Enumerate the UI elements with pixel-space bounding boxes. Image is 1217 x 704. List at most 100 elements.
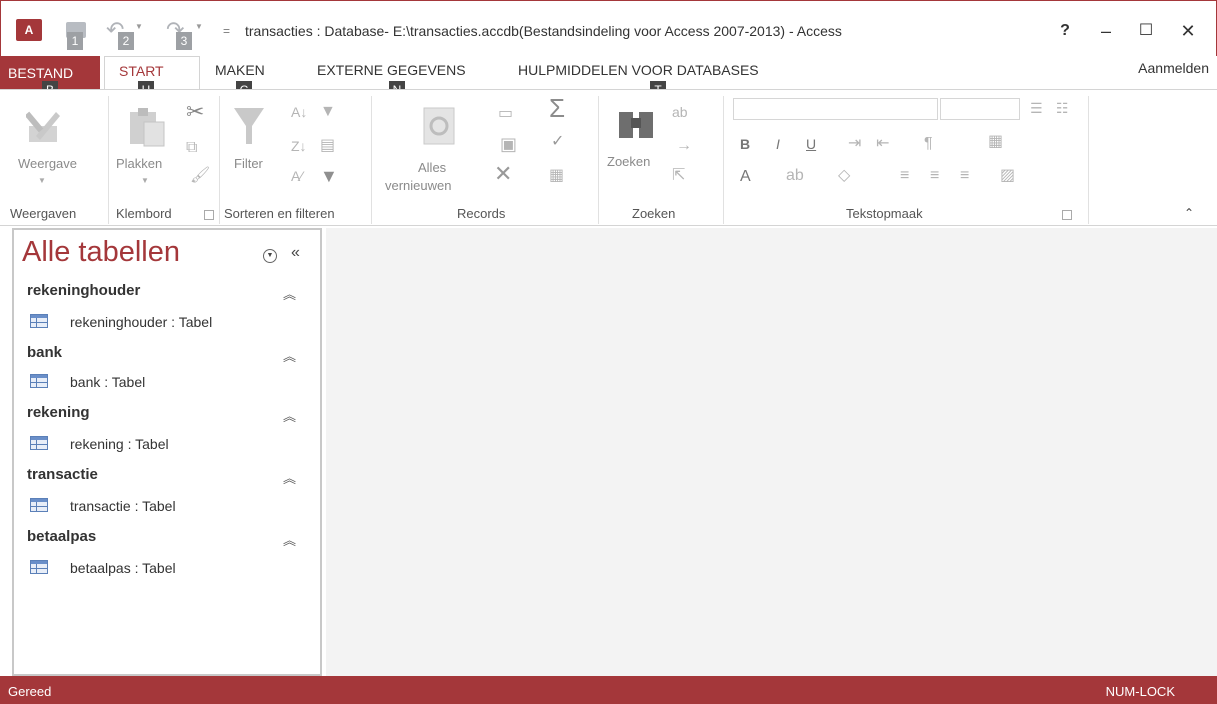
chevron-up-icon[interactable]: ︽	[283, 346, 296, 365]
keytip-qat-2: 2	[118, 32, 134, 50]
refresh-all-icon[interactable]	[418, 104, 462, 148]
sort-ascending-icon[interactable]: A↓	[291, 104, 307, 120]
refresh-all-label-2[interactable]: vernieuwen	[385, 178, 452, 193]
font-name-combo[interactable]	[733, 98, 938, 120]
chevron-up-icon[interactable]: ︽	[283, 468, 296, 487]
sign-in-link[interactable]: Aanmelden	[1138, 60, 1209, 76]
nav-group-header[interactable]: rekeninghouder	[27, 282, 140, 299]
group-label-views: Weergaven	[10, 206, 77, 221]
filter-button[interactable]: Filter	[234, 156, 263, 171]
tab-external-data[interactable]: EXTERNE GEGEVENS	[317, 62, 466, 78]
tab-database-tools[interactable]: HULPMIDDELEN VOOR DATABASES	[518, 62, 759, 78]
save-record-icon[interactable]: ▣	[500, 135, 517, 153]
group-label-records: Records	[457, 206, 506, 221]
nav-pane-title[interactable]: Alle tabellen	[22, 236, 180, 269]
bullets-icon[interactable]: ☰	[1030, 100, 1043, 116]
num-lock-indicator: NUM-LOCK	[1105, 684, 1175, 699]
clipboard-launcher-icon[interactable]	[204, 210, 214, 220]
customize-qat-icon[interactable]: =	[223, 24, 230, 38]
nav-table-item[interactable]: betaalpas : Tabel	[70, 560, 176, 576]
nav-group-header[interactable]: rekening	[27, 404, 90, 421]
alt-row-color-icon[interactable]: ▨	[1000, 168, 1015, 184]
bold-button[interactable]: B	[740, 136, 750, 152]
table-icon	[30, 560, 48, 574]
design-view-icon[interactable]	[24, 106, 62, 146]
nav-table-item[interactable]: bank : Tabel	[70, 374, 145, 390]
more-records-icon[interactable]: ▦	[549, 168, 564, 184]
advanced-filter-icon[interactable]: ▤	[320, 138, 335, 154]
text-direction-icon[interactable]: ¶	[924, 136, 933, 152]
binoculars-icon[interactable]	[615, 104, 659, 144]
group-label-clipboard: Klembord	[116, 206, 172, 221]
nav-group-header[interactable]: betaalpas	[27, 528, 96, 545]
tab-create[interactable]: MAKEN	[215, 62, 265, 78]
paste-dropdown-icon[interactable]: ▼	[141, 176, 149, 185]
decrease-indent-icon[interactable]: ⇤	[876, 136, 889, 152]
help-icon[interactable]: ?	[1053, 20, 1077, 42]
chevron-up-icon[interactable]: ︽	[283, 530, 296, 549]
view-button[interactable]: Weergave	[18, 156, 77, 171]
redo-dropdown-icon[interactable]: ▼	[195, 22, 203, 31]
group-separator	[371, 96, 372, 224]
underline-button[interactable]: U	[806, 136, 816, 152]
gridlines-icon[interactable]: ▦	[988, 134, 1003, 150]
format-painter-icon[interactable]: 🖌	[190, 168, 210, 184]
cut-icon[interactable]: ✂	[186, 101, 204, 123]
undo-dropdown-icon[interactable]: ▼	[135, 22, 143, 31]
table-icon	[30, 436, 48, 450]
filter-icon[interactable]	[232, 104, 266, 148]
keytip-qat-3: 3	[176, 32, 192, 50]
nav-group-header[interactable]: bank	[27, 344, 62, 361]
nav-table-item[interactable]: transactie : Tabel	[70, 498, 176, 514]
fill-color-icon[interactable]: ◇	[838, 168, 850, 184]
group-label-find: Zoeken	[632, 206, 676, 221]
refresh-all-label-1[interactable]: Alles	[418, 160, 446, 175]
text-format-launcher-icon[interactable]	[1062, 210, 1072, 220]
font-size-combo[interactable]	[940, 98, 1020, 120]
chevron-up-icon[interactable]: ︽	[283, 406, 296, 425]
remove-sort-icon[interactable]: A⁄	[291, 168, 303, 184]
collapse-ribbon-icon[interactable]: ⌃	[1184, 206, 1194, 220]
shutter-bar-collapse-icon[interactable]: «	[291, 244, 300, 262]
group-separator	[723, 96, 724, 224]
spelling-icon[interactable]: ✓	[551, 134, 564, 150]
view-dropdown-icon[interactable]: ▼	[38, 176, 46, 185]
sort-descending-icon[interactable]: Z↓	[291, 138, 307, 154]
close-icon[interactable]: ✕	[1176, 20, 1200, 42]
copy-icon[interactable]: ⧉	[186, 140, 197, 156]
access-logo-icon[interactable]: A	[16, 19, 42, 41]
nav-pane-menu-icon[interactable]: ▼	[263, 249, 277, 263]
group-label-sort-filter: Sorteren en filteren	[224, 206, 335, 221]
align-right-icon[interactable]: ≡	[960, 168, 969, 184]
nav-group-header[interactable]: transactie	[27, 466, 98, 483]
increase-indent-icon[interactable]: ⇥	[848, 136, 861, 152]
group-separator	[1088, 96, 1089, 224]
font-color-button[interactable]: A	[740, 168, 751, 186]
align-center-icon[interactable]: ≡	[930, 168, 939, 184]
group-separator	[598, 96, 599, 224]
delete-record-icon[interactable]: ✕	[494, 163, 512, 185]
table-icon	[30, 374, 48, 388]
new-record-icon[interactable]: ▭	[498, 106, 513, 122]
goto-icon[interactable]: →	[676, 138, 692, 154]
totals-icon[interactable]: Σ	[549, 95, 565, 121]
maximize-icon[interactable]: ☐	[1134, 20, 1158, 42]
group-label-text-formatting: Tekstopmaak	[846, 206, 923, 221]
table-icon	[30, 498, 48, 512]
selection-filter-icon[interactable]: ▼	[320, 104, 336, 120]
paste-button[interactable]: Plakken	[116, 156, 162, 171]
nav-table-item[interactable]: rekening : Tabel	[70, 436, 169, 452]
nav-table-item[interactable]: rekeninghouder : Tabel	[70, 314, 212, 330]
paste-icon[interactable]	[126, 104, 166, 148]
numbering-icon[interactable]: ☷	[1056, 100, 1069, 116]
toggle-filter-icon[interactable]: ▼	[320, 167, 338, 185]
italic-button[interactable]: I	[776, 136, 780, 152]
group-separator	[219, 96, 220, 224]
chevron-up-icon[interactable]: ︽	[283, 284, 296, 303]
minimize-icon[interactable]: –	[1094, 20, 1118, 42]
align-left-icon[interactable]: ≡	[900, 168, 909, 184]
highlight-icon[interactable]: ab	[786, 168, 804, 184]
find-button[interactable]: Zoeken	[607, 154, 650, 169]
select-icon[interactable]: ⇱	[672, 168, 685, 184]
replace-icon[interactable]: ab	[672, 104, 688, 120]
